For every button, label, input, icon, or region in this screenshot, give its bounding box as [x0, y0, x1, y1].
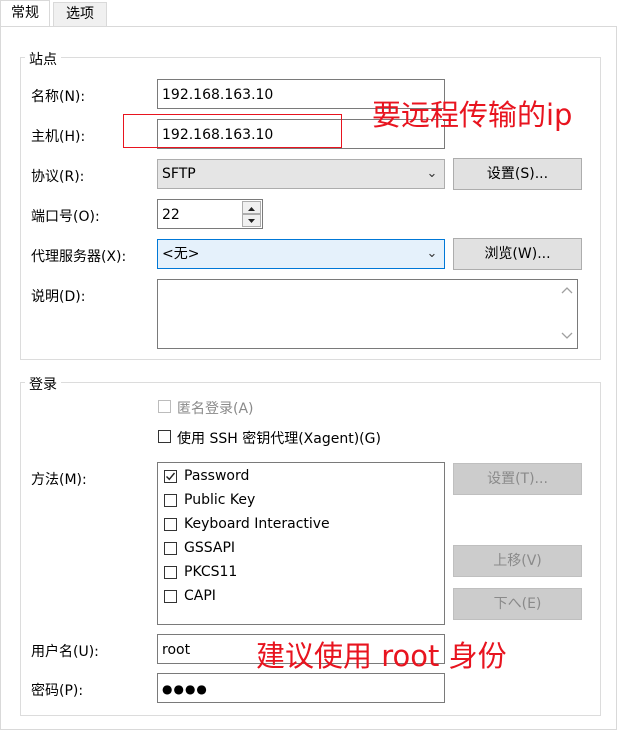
description-scrollbar[interactable] — [557, 280, 577, 348]
protocol-select-value: SFTP — [162, 166, 196, 182]
method-label: 方法(M): — [31, 472, 87, 488]
port-spin-up[interactable] — [242, 201, 261, 214]
method-capi-label: CAPI — [184, 588, 216, 604]
arrow-down-icon — [248, 219, 255, 223]
password-label: 密码(P): — [31, 683, 84, 699]
proxy-label: 代理服务器(X): — [31, 249, 127, 265]
tab-options[interactable]: 选项 — [53, 2, 107, 26]
method-capi-checkbox[interactable] — [164, 590, 177, 603]
method-publickey-checkbox[interactable] — [164, 494, 177, 507]
anonymous-checkbox[interactable] — [158, 400, 171, 413]
ssh-agent-checkbox[interactable] — [158, 430, 171, 443]
method-gssapi-label: GSSAPI — [184, 540, 236, 556]
move-up-button[interactable]: 上移(V) — [453, 545, 582, 577]
method-settings-button[interactable]: 设置(T)... — [453, 463, 582, 495]
protocol-label: 协议(R): — [31, 169, 85, 185]
method-password-label: Password — [184, 468, 250, 484]
method-publickey-label: Public Key — [184, 492, 256, 508]
anonymous-label: 匿名登录(A) — [177, 401, 254, 417]
host-highlight-box — [123, 114, 342, 148]
protocol-settings-button[interactable]: 设置(S)... — [453, 158, 582, 190]
password-input[interactable]: ●●●● — [157, 673, 445, 703]
method-keyboard-checkbox[interactable] — [164, 518, 177, 531]
protocol-select[interactable]: SFTP ⌄ — [157, 159, 445, 189]
chevron-down-icon: ⌄ — [426, 166, 438, 181]
site-group-title: 站点 — [25, 49, 61, 69]
host-label: 主机(H): — [31, 129, 86, 145]
move-down-button[interactable]: 下へ(E) — [453, 588, 582, 620]
host-annotation: 要远程传输的ip — [372, 98, 573, 132]
method-gssapi-checkbox[interactable] — [164, 542, 177, 555]
proxy-browse-button[interactable]: 浏览(W)... — [453, 238, 582, 270]
login-group-title: 登录 — [25, 374, 61, 394]
tab-general[interactable]: 常规 — [0, 0, 50, 26]
port-label: 端口号(O): — [31, 209, 100, 225]
method-pkcs11-label: PKCS11 — [184, 564, 238, 580]
proxy-select-value: <无> — [162, 246, 200, 262]
scroll-down-icon — [561, 332, 573, 339]
method-pkcs11-checkbox[interactable] — [164, 566, 177, 579]
name-label: 名称(N): — [31, 89, 86, 105]
method-password-checkbox[interactable] — [164, 470, 177, 483]
scroll-up-icon — [561, 287, 573, 294]
user-annotation: 建议使用 root 身份 — [256, 639, 507, 673]
chevron-down-icon: ⌄ — [426, 246, 438, 261]
checkmark-icon — [166, 472, 176, 481]
method-keyboard-label: Keyboard Interactive — [184, 516, 330, 532]
port-spin-down[interactable] — [242, 214, 261, 227]
ssh-agent-label: 使用 SSH 密钥代理(Xagent)(G) — [177, 431, 381, 447]
arrow-up-icon — [248, 207, 255, 211]
username-label: 用户名(U): — [31, 644, 99, 660]
description-textarea[interactable] — [157, 279, 578, 349]
proxy-select[interactable]: <无> ⌄ — [157, 239, 445, 269]
description-label: 说明(D): — [31, 289, 86, 305]
